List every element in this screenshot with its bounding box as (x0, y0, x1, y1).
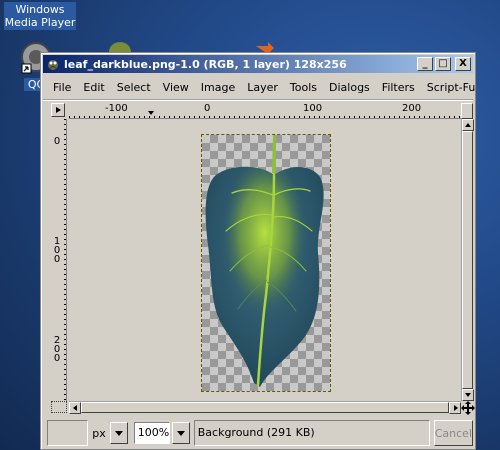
hruler-label-200: 200 (402, 103, 422, 114)
menu-filters[interactable]: Filters (376, 81, 421, 94)
status-bar: px 100% Background (291 KB) Cancel (43, 418, 473, 448)
scroll-down-button[interactable] (462, 389, 474, 401)
horizontal-scroll-thumb[interactable] (81, 402, 449, 413)
menu-script-fu[interactable]: Script-Fu (421, 81, 482, 94)
gimp-app-icon (48, 60, 58, 70)
menu-edit[interactable]: Edit (77, 81, 110, 94)
pointer-coordinates (47, 420, 89, 446)
horizontal-ruler[interactable]: -100 0 100 200 (69, 103, 461, 119)
unit-dropdown-button[interactable] (109, 422, 128, 444)
quick-mask-toggle[interactable] (51, 401, 67, 413)
scroll-up-button[interactable] (462, 119, 474, 131)
horizontal-scrollbar[interactable] (69, 401, 461, 414)
status-message: Background (291 KB) (193, 420, 430, 446)
image-menu-button[interactable] (51, 103, 65, 117)
menu-image[interactable]: Image (195, 81, 241, 94)
canvas-area[interactable] (69, 119, 461, 401)
hruler-label-100: 100 (303, 103, 323, 114)
gimp-image-window: leaf_darkblue.png-1.0 (RGB, 1 layer) 128… (40, 52, 476, 450)
zoom-input[interactable]: 100% (133, 422, 170, 444)
title-bar[interactable]: leaf_darkblue.png-1.0 (RGB, 1 layer) 128… (43, 55, 473, 73)
move-arrows-icon (461, 401, 475, 415)
menu-view[interactable]: View (157, 81, 195, 94)
menu-dialogs[interactable]: Dialogs (323, 81, 376, 94)
close-button[interactable]: X (455, 57, 471, 71)
vruler-label-100: 100 (53, 236, 61, 265)
desktop-icon-wmp-label[interactable]: Windows Media Player (4, 2, 76, 30)
zoom-selector[interactable]: 100% (133, 422, 190, 444)
scroll-left-button[interactable] (69, 402, 81, 414)
zoom-fit-button[interactable] (461, 103, 473, 119)
vruler-label-0: 0 (53, 136, 61, 147)
vertical-ruler[interactable]: 0 100 200 (51, 119, 67, 401)
menu-bar: File Edit Select View Image Layer Tools … (43, 77, 475, 97)
menu-separator (43, 99, 473, 101)
scroll-right-button[interactable] (449, 402, 461, 414)
window-title: leaf_darkblue.png-1.0 (RGB, 1 layer) 128… (64, 57, 347, 71)
leaf-image (205, 135, 324, 387)
vertical-scrollbar[interactable] (461, 119, 474, 401)
vertical-scroll-thumb[interactable] (462, 131, 473, 389)
minimize-button[interactable]: _ (417, 57, 433, 71)
menu-select[interactable]: Select (111, 81, 157, 94)
unit-value: px (92, 426, 106, 440)
hruler-label-0: 0 (204, 103, 211, 114)
zoom-dropdown-button[interactable] (171, 422, 190, 444)
image-canvas[interactable] (201, 134, 331, 392)
vruler-label-200: 200 (53, 335, 61, 364)
navigate-move-icon[interactable] (461, 401, 475, 415)
menu-file[interactable]: File (43, 81, 77, 94)
menu-layer[interactable]: Layer (241, 81, 284, 94)
unit-selector[interactable]: px (92, 422, 128, 444)
hruler-label-minus100: -100 (105, 103, 128, 114)
maximize-button[interactable]: □ (435, 57, 451, 71)
cancel-button[interactable]: Cancel (433, 420, 473, 446)
menu-tools[interactable]: Tools (284, 81, 323, 94)
